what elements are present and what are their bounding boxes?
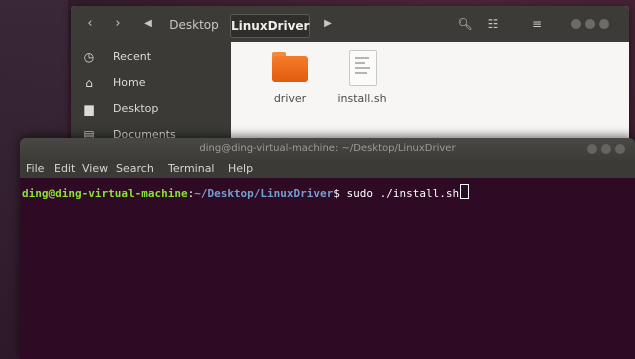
file-name: install.sh [337, 92, 387, 105]
sidebar-item-desktop[interactable]: ▆ Desktop [71, 96, 231, 122]
close-button[interactable] [599, 19, 609, 29]
triangle-left-icon: ◀ [144, 18, 152, 29]
text-cursor [460, 184, 470, 199]
breadcrumb-left-arrow[interactable]: ◀ [137, 15, 159, 33]
file-manager-window: ‹ › ◀ Desktop LinuxDriver ▶ 🔍︎ ☷ ≡ ◷ Rec… [71, 6, 629, 156]
back-button[interactable]: ‹ [79, 15, 101, 33]
prompt-user-host: ding@ding-virtual-machine [22, 187, 188, 200]
chevron-right-icon: › [115, 16, 121, 31]
clock-icon: ◷ [83, 50, 95, 64]
file-item-install-sh[interactable]: install.sh [327, 50, 397, 120]
sidebar-item-recent[interactable]: ◷ Recent [71, 44, 231, 70]
terminal-menubar: File Edit View Search Terminal Help [20, 160, 635, 178]
home-icon: ⌂ [85, 76, 93, 90]
doc-line [355, 67, 370, 69]
breadcrumb-right-arrow[interactable]: ▶ [317, 15, 339, 33]
prompt-symbol: $ [333, 187, 340, 200]
typed-command: sudo ./install.sh [339, 187, 460, 200]
search-icon: 🔍︎ [457, 17, 473, 31]
minimize-button[interactable] [587, 144, 597, 154]
prompt-line: ding@ding-virtual-machine:~/Desktop/Linu… [22, 184, 470, 200]
hamburger-icon: ≡ [531, 17, 543, 31]
maximize-button[interactable] [585, 19, 595, 29]
terminal-output[interactable]: ding@ding-virtual-machine:~/Desktop/Linu… [20, 178, 635, 359]
menu-button[interactable]: ≡ [527, 15, 547, 33]
menu-search[interactable]: Search [116, 160, 154, 178]
forward-button[interactable]: › [107, 15, 129, 33]
terminal-titlebar[interactable]: ding@ding-virtual-machine: ~/Desktop/Lin… [20, 138, 635, 160]
minimize-button[interactable] [571, 19, 581, 29]
sidebar-item-home[interactable]: ⌂ Home [71, 70, 231, 96]
triangle-right-icon: ▶ [324, 18, 332, 29]
menu-file[interactable]: File [26, 160, 44, 178]
sidebar-item-label: Desktop [113, 102, 159, 115]
file-manager-headerbar: ‹ › ◀ Desktop LinuxDriver ▶ 🔍︎ ☷ ≡ [71, 6, 629, 42]
breadcrumb-desktop[interactable]: Desktop [161, 14, 227, 36]
search-button[interactable]: 🔍︎ [455, 15, 475, 33]
list-view-icon: ☷ [487, 17, 499, 31]
chevron-left-icon: ‹ [87, 16, 93, 31]
prompt-path: ~/Desktop/LinuxDriver [194, 187, 334, 200]
script-file-icon [349, 50, 377, 86]
menu-view[interactable]: View [82, 160, 108, 178]
breadcrumb-linuxdriver[interactable]: LinuxDriver [230, 14, 310, 38]
file-name: driver [273, 92, 307, 105]
menu-help[interactable]: Help [228, 160, 253, 178]
view-toggle-button[interactable]: ☷ [483, 15, 503, 33]
menu-edit[interactable]: Edit [54, 160, 75, 178]
menu-terminal[interactable]: Terminal [168, 160, 215, 178]
window-title: ding@ding-virtual-machine: ~/Desktop/Lin… [199, 143, 456, 154]
file-item-driver[interactable]: driver [255, 50, 325, 120]
folder-icon [272, 56, 308, 82]
close-button[interactable] [615, 144, 625, 154]
doc-line [355, 57, 369, 59]
doc-line [355, 62, 365, 64]
doc-line [355, 72, 367, 74]
maximize-button[interactable] [601, 144, 611, 154]
terminal-window: ding@ding-virtual-machine: ~/Desktop/Lin… [20, 138, 635, 359]
sidebar-item-label: Recent [113, 50, 152, 63]
sidebar-item-label: Home [113, 76, 146, 89]
folder-icon: ▆ [84, 102, 94, 116]
